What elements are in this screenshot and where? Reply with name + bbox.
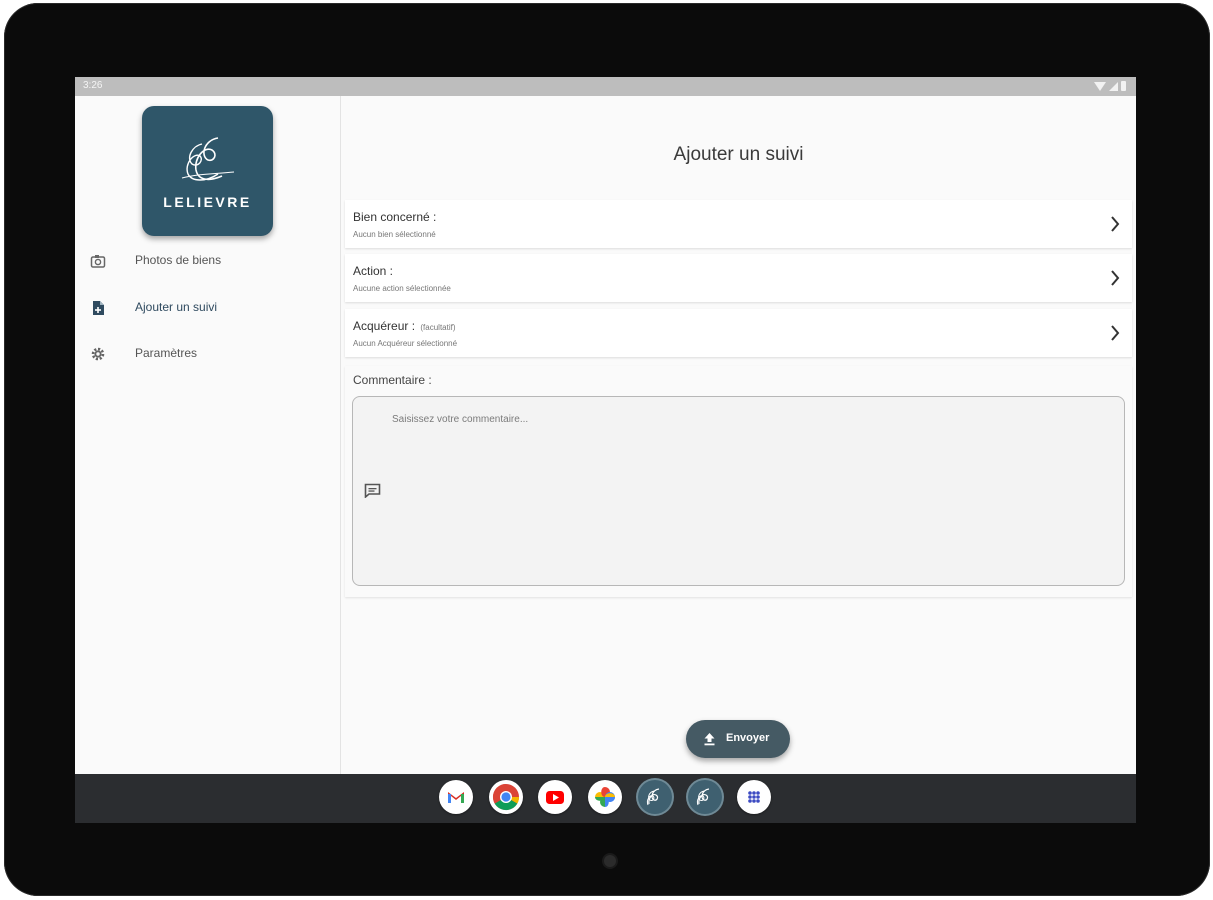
row-subtitle: Aucune action sélectionnée	[353, 284, 451, 293]
chevron-right-icon	[1111, 270, 1120, 286]
sidebar-item-add-followup[interactable]: Ajouter un suivi	[75, 288, 340, 328]
lelievre-monogram	[697, 788, 710, 806]
app-dock	[75, 774, 1136, 823]
comment-section: Commentaire : Saisissez votre commentair…	[345, 366, 1132, 597]
grid-dots-icon	[748, 791, 760, 803]
signal-icon	[1109, 81, 1118, 91]
optional-hint: (facultatif)	[420, 323, 456, 332]
gmail-logo	[448, 792, 464, 803]
battery-icon	[1121, 81, 1126, 91]
youtube-icon[interactable]	[538, 780, 572, 814]
chevron-right-icon	[1111, 216, 1120, 232]
send-button-label: Envoyer	[726, 732, 770, 744]
row-label: Action :	[353, 264, 394, 278]
sidebar-item-label: Photos de biens	[135, 253, 222, 267]
comment-field[interactable]: Saisissez votre commentaire...	[352, 396, 1125, 586]
sidebar-item-label: Paramètres	[135, 346, 198, 360]
lelievre-monogram	[647, 788, 660, 806]
send-button[interactable]: Envoyer	[686, 720, 790, 758]
upload-icon	[704, 733, 715, 746]
row-label-text: Acquéreur :	[353, 319, 416, 333]
lelievre-logo: LELIEVRE	[142, 106, 273, 236]
chevron-right-icon	[1111, 325, 1120, 341]
app-screen: 3:26 LELIEVRE Photos de biens Ajouter un…	[75, 77, 1136, 823]
status-time: 3:26	[83, 80, 103, 91]
acquereur-row[interactable]: Acquéreur : (facultatif) Aucun Acquéreur…	[345, 309, 1132, 357]
comment-icon	[364, 483, 381, 498]
brand-name: LELIEVRE	[163, 194, 252, 210]
chrome-icon[interactable]	[489, 780, 523, 814]
action-row[interactable]: Action : Aucune action sélectionnée	[345, 254, 1132, 302]
file-add-icon	[93, 301, 104, 315]
status-bar: 3:26	[75, 77, 1136, 96]
bien-concerne-row[interactable]: Bien concerné : Aucun bien sélectionné	[345, 200, 1132, 248]
youtube-logo	[546, 791, 564, 804]
row-label: Bien concerné :	[353, 210, 437, 224]
chrome-logo	[492, 783, 520, 811]
row-subtitle: Aucun bien sélectionné	[353, 230, 436, 239]
comment-label: Commentaire :	[353, 373, 432, 387]
photos-logo	[595, 787, 615, 807]
sidebar-item-settings[interactable]: Paramètres	[75, 334, 340, 374]
sidebar-item-label: Ajouter un suivi	[135, 300, 218, 314]
gear-icon	[91, 347, 105, 361]
app-drawer-icon[interactable]	[737, 780, 771, 814]
row-label: Acquéreur : (facultatif)	[353, 319, 456, 333]
comment-placeholder: Saisissez votre commentaire...	[392, 414, 529, 425]
sidebar-item-photos[interactable]: Photos de biens	[75, 241, 340, 281]
main-content: Ajouter un suivi Bien concerné : Aucun b…	[341, 96, 1136, 774]
sidebar: LELIEVRE Photos de biens Ajouter un suiv…	[75, 96, 341, 774]
page-title: Ajouter un suivi	[673, 144, 804, 165]
lelievre-app-icon[interactable]	[688, 780, 722, 814]
camera-icon	[90, 255, 106, 268]
row-subtitle: Aucun Acquéreur sélectionné	[353, 339, 458, 348]
photos-icon[interactable]	[588, 780, 622, 814]
lelievre-app-icon[interactable]	[638, 780, 672, 814]
system-icons	[1094, 81, 1126, 91]
front-camera	[604, 855, 616, 867]
monogram-icon	[181, 137, 235, 181]
gmail-icon[interactable]	[439, 780, 473, 814]
wifi-icon	[1094, 81, 1106, 91]
